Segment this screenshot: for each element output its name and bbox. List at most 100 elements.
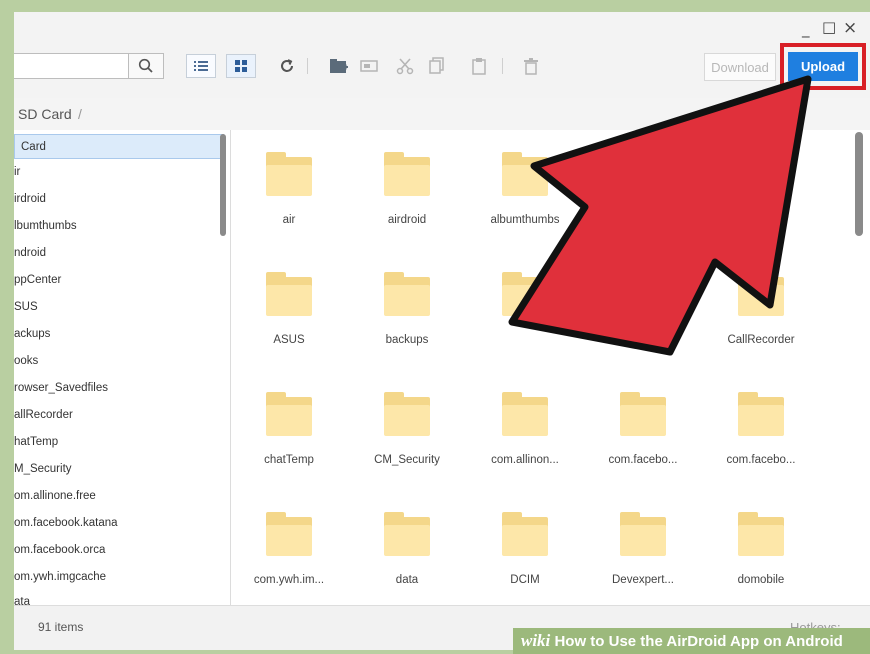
- folder-icon: [502, 512, 548, 556]
- sidebar-item[interactable]: ata: [14, 590, 224, 605]
- sidebar-item-label: ppCenter: [14, 274, 62, 286]
- folder-label: CM_Security: [374, 454, 440, 466]
- folder-label: albumthumbs: [490, 214, 560, 226]
- sidebar-item[interactable]: ndroid: [14, 241, 224, 266]
- paste-button[interactable]: [468, 55, 490, 77]
- folder-item[interactable]: com.allinon...: [467, 374, 583, 484]
- sidebar-item[interactable]: ir: [14, 160, 224, 185]
- sidebar-item[interactable]: om.ywh.imgcache: [14, 565, 224, 590]
- folder-icon: [620, 272, 666, 316]
- maximize-button[interactable]: □: [822, 18, 836, 36]
- folder-grid: air airdroid albumthumbs AppCenter ASUS …: [231, 130, 870, 605]
- sidebar-item[interactable]: lbumthumbs: [14, 214, 224, 239]
- sidebar-item[interactable]: ackups: [14, 322, 224, 347]
- grid-view-button[interactable]: [226, 54, 256, 78]
- sidebar-item-label: om.ywh.imgcache: [14, 571, 107, 583]
- folder-item[interactable]: albumthumbs: [467, 134, 583, 244]
- grid-scrollbar[interactable]: [855, 132, 863, 236]
- folder-item[interactable]: Browser: [585, 254, 701, 364]
- sidebar-scrollbar[interactable]: [220, 134, 226, 236]
- sidebar-item[interactable]: ppCenter: [14, 268, 224, 293]
- sidebar-item-label: ata: [14, 596, 30, 605]
- sidebar-item-label: rowser_Savedfiles: [14, 382, 108, 394]
- file-manager-window: _ □ × Download Upload SD Card / Card ir …: [14, 12, 870, 650]
- folder-item[interactable]: [585, 134, 701, 244]
- folder-tree-sidebar: Card ir irdroid lbumthumbs ndroid ppCent…: [14, 130, 231, 605]
- folder-icon: [738, 272, 784, 316]
- sidebar-item-label: ackups: [14, 328, 51, 340]
- sidebar-item[interactable]: irdroid: [14, 187, 224, 212]
- wikihow-logo: wiki: [521, 631, 551, 650]
- folder-label: AppCenter: [733, 214, 789, 226]
- sidebar-item[interactable]: hatTemp: [14, 430, 224, 455]
- new-folder-button[interactable]: [328, 55, 350, 77]
- folder-item[interactable]: backups: [349, 254, 465, 364]
- close-button[interactable]: ×: [843, 18, 857, 38]
- breadcrumb-sd-card[interactable]: SD Card: [18, 106, 72, 122]
- folder-item[interactable]: Devexpert...: [585, 494, 701, 604]
- toolbar-divider: [307, 58, 308, 74]
- folder-item[interactable]: chatTemp: [231, 374, 347, 484]
- folder-label: airdroid: [387, 214, 427, 226]
- folder-label: ASUS: [273, 334, 305, 346]
- download-button[interactable]: Download: [704, 53, 776, 81]
- folder-icon: [738, 512, 784, 556]
- folder-label: domobile: [737, 574, 785, 586]
- toolbar-divider: [502, 58, 503, 74]
- folder-icon: [502, 272, 548, 316]
- delete-button[interactable]: [520, 55, 542, 77]
- folder-item[interactable]: com.facebo...: [703, 374, 819, 484]
- folder-label: com.ywh.im...: [253, 574, 325, 586]
- sidebar-item[interactable]: om.facebook.katana: [14, 511, 224, 536]
- sidebar-item[interactable]: allRecorder: [14, 403, 224, 428]
- search-icon: [138, 58, 153, 73]
- item-count: 91 items: [38, 620, 84, 634]
- folder-icon: [620, 512, 666, 556]
- folder-item[interactable]: CM_Security: [349, 374, 465, 484]
- folder-item[interactable]: air: [231, 134, 347, 244]
- sidebar-item[interactable]: SUS: [14, 295, 224, 320]
- folder-item[interactable]: domobile: [703, 494, 819, 604]
- folder-label: Devexpert...: [612, 574, 674, 586]
- sidebar-item[interactable]: Card: [14, 134, 224, 159]
- sidebar-item[interactable]: M_Security: [14, 457, 224, 482]
- folder-icon: [620, 152, 666, 196]
- folder-item[interactable]: CallRecorder: [703, 254, 819, 364]
- upload-button[interactable]: Upload: [788, 52, 858, 81]
- upload-highlight-box: Upload: [780, 43, 866, 90]
- breadcrumb-separator: /: [78, 106, 82, 122]
- folder-item[interactable]: DCIM: [467, 494, 583, 604]
- sidebar-item-label: SUS: [14, 301, 38, 313]
- sidebar-item-label: ndroid: [14, 247, 46, 259]
- refresh-button[interactable]: [276, 55, 298, 77]
- folder-item[interactable]: com.facebo...: [585, 374, 701, 484]
- sidebar-item[interactable]: om.allinone.free: [14, 484, 224, 509]
- new-folder-icon: [330, 59, 348, 73]
- list-view-button[interactable]: [186, 54, 216, 78]
- folder-icon: [738, 392, 784, 436]
- sidebar-item-label: M_Security: [14, 463, 72, 475]
- folder-label: DCIM: [510, 574, 540, 586]
- sidebar-item[interactable]: ooks: [14, 349, 224, 374]
- list-view-icon: [194, 61, 208, 71]
- cut-button[interactable]: [394, 55, 416, 77]
- folder-item[interactable]: ASUS: [231, 254, 347, 364]
- search-button[interactable]: [128, 53, 164, 79]
- sidebar-item-label: ir: [14, 166, 21, 178]
- folder-icon: [266, 152, 312, 196]
- folder-label: com.facebo...: [608, 454, 678, 466]
- folder-item[interactable]: com.ywh.im...: [231, 494, 347, 604]
- copy-button[interactable]: [426, 55, 448, 77]
- folder-item[interactable]: airdroid: [349, 134, 465, 244]
- sidebar-item[interactable]: rowser_Savedfiles: [14, 376, 224, 401]
- minimize-button[interactable]: _: [802, 20, 810, 38]
- folder-item[interactable]: [467, 254, 583, 364]
- watermark-text: How to Use the AirDroid App on Android: [554, 633, 843, 650]
- rename-icon: [360, 60, 378, 72]
- folder-item[interactable]: AppCenter: [703, 134, 819, 244]
- sidebar-item[interactable]: om.facebook.orca: [14, 538, 224, 563]
- rename-button[interactable]: [358, 55, 380, 77]
- folder-label: com.facebo...: [726, 454, 796, 466]
- folder-icon: [620, 392, 666, 436]
- folder-item[interactable]: data: [349, 494, 465, 604]
